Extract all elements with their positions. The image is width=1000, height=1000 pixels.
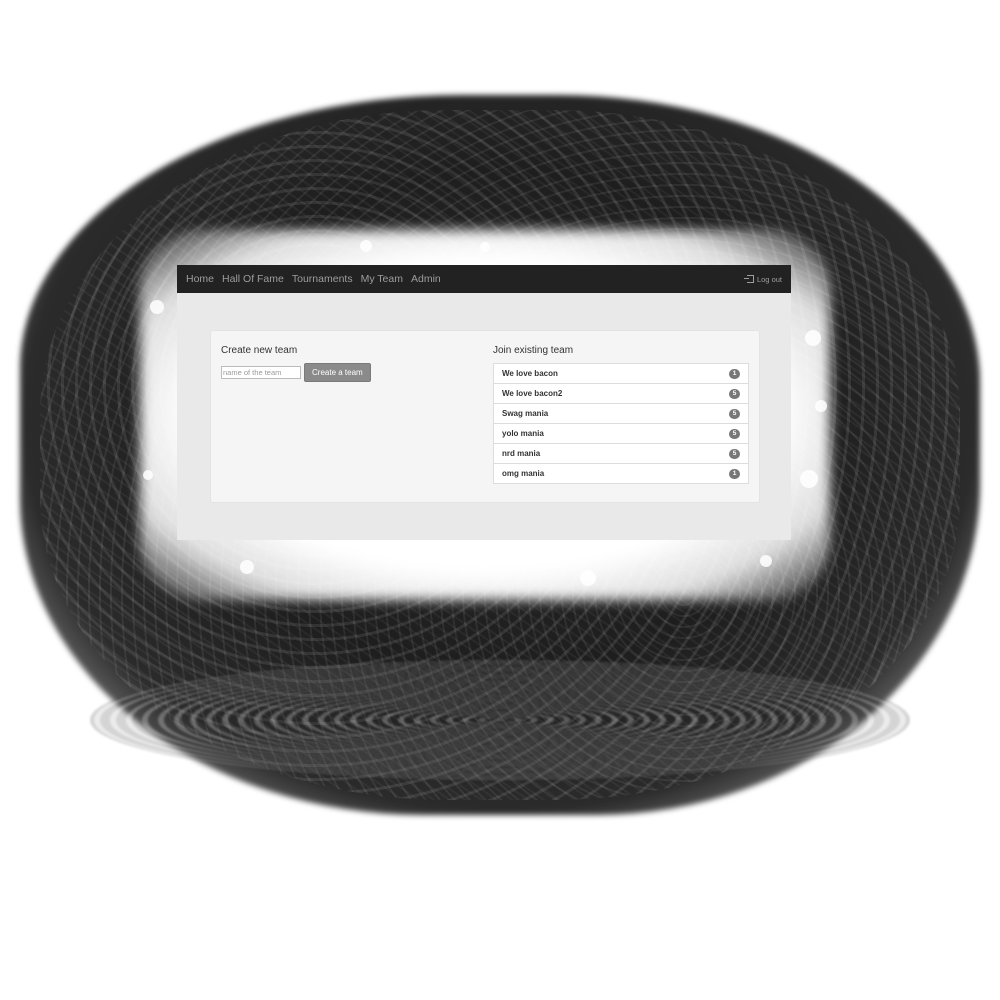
nav-link-tournaments[interactable]: Tournaments: [292, 273, 353, 285]
spatter-dot: [805, 330, 821, 346]
team-list-item[interactable]: Swag mania 5: [494, 404, 748, 424]
logout-link[interactable]: Log out: [743, 274, 782, 284]
team-list-item[interactable]: We love bacon2 5: [494, 384, 748, 404]
team-list-item[interactable]: nrd mania 5: [494, 444, 748, 464]
spatter-dot: [143, 470, 153, 480]
member-count-badge: 5: [729, 448, 740, 459]
create-team-heading: Create new team: [221, 345, 298, 356]
team-name: nrd mania: [502, 449, 541, 458]
spatter-dot: [580, 570, 596, 586]
team-name-input[interactable]: [221, 366, 301, 379]
member-count-badge: 1: [729, 468, 740, 479]
screenshot-stage: Home Hall Of Fame Tournaments My Team Ad…: [0, 0, 1000, 1000]
team-name: We love bacon: [502, 369, 558, 378]
logout-icon: [743, 275, 754, 283]
team-list-item[interactable]: We love bacon 1: [494, 364, 748, 384]
spatter-dot: [800, 470, 818, 488]
teams-panel: Create new team Create a team Join exist…: [210, 330, 760, 503]
grunge-roses: [90, 660, 910, 780]
spatter-dot: [480, 242, 490, 252]
spatter-dot: [760, 555, 772, 567]
create-team-form: Create a team: [221, 363, 471, 382]
nav-link-my-team[interactable]: My Team: [361, 273, 403, 285]
member-count-badge: 1: [729, 368, 740, 379]
spatter-dot: [815, 400, 827, 412]
nav-link-hall-of-fame[interactable]: Hall Of Fame: [222, 273, 284, 285]
app-window: Home Hall Of Fame Tournaments My Team Ad…: [177, 265, 791, 540]
nav-links: Home Hall Of Fame Tournaments My Team Ad…: [177, 273, 449, 285]
member-count-badge: 5: [729, 428, 740, 439]
nav-link-admin[interactable]: Admin: [411, 273, 441, 285]
create-team-section: Create new team Create a team: [221, 345, 471, 382]
spatter-dot: [240, 560, 254, 574]
team-name: We love bacon2: [502, 389, 563, 398]
join-team-heading: Join existing team: [493, 345, 574, 356]
nav-link-home[interactable]: Home: [186, 273, 214, 285]
spatter-dot: [150, 300, 164, 314]
spatter-dot: [360, 240, 372, 252]
team-name: yolo mania: [502, 429, 544, 438]
navbar: Home Hall Of Fame Tournaments My Team Ad…: [177, 265, 791, 293]
team-list: We love bacon 1 We love bacon2 5 Swag ma…: [493, 363, 749, 484]
create-team-button[interactable]: Create a team: [304, 363, 371, 382]
member-count-badge: 5: [729, 408, 740, 419]
team-name: Swag mania: [502, 409, 549, 418]
join-team-section: Join existing team We love bacon 1 We lo…: [493, 345, 749, 484]
team-list-item[interactable]: yolo mania 5: [494, 424, 748, 444]
logout-label: Log out: [756, 274, 782, 284]
member-count-badge: 5: [729, 388, 740, 399]
team-list-item[interactable]: omg mania 1: [494, 464, 748, 483]
team-name: omg mania: [502, 469, 545, 478]
